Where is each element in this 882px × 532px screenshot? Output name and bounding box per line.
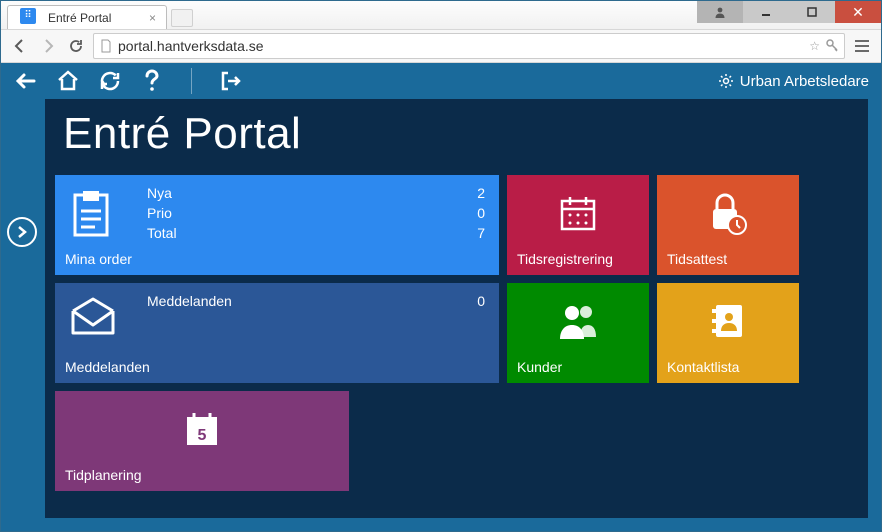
forward-button[interactable] (37, 35, 59, 57)
tile-title: Kunder (517, 359, 639, 375)
stat-value: 0 (477, 291, 485, 311)
close-window-button[interactable]: ✕ (835, 1, 881, 23)
stat-label: Total (147, 223, 177, 243)
browser-toolbar: ☆ (1, 29, 881, 63)
tile-tidsattest[interactable]: Tidsattest (657, 175, 799, 275)
lock-clock-icon (707, 191, 749, 235)
tile-title: Tidsregistrering (517, 251, 639, 267)
tab-strip: ⠿ Entré Portal × (1, 1, 193, 29)
order-stats: Nya 2 Prio 0 Total 7 (147, 183, 485, 243)
minimize-window-button[interactable] (743, 1, 789, 23)
close-tab-icon[interactable]: × (149, 11, 156, 25)
message-stats: Meddelanden 0 (147, 291, 485, 311)
window-controls: ✕ (697, 1, 881, 23)
key-icon[interactable] (826, 39, 838, 53)
bookmark-icon[interactable]: ☆ (809, 39, 820, 53)
topbar-divider (191, 68, 192, 94)
tile-title: Tidsattest (667, 251, 789, 267)
new-tab-button[interactable] (171, 9, 193, 27)
user-window-button[interactable] (697, 1, 743, 23)
stat-value: 2 (477, 183, 485, 203)
people-icon (556, 301, 600, 341)
chrome-titlebar: ⠿ Entré Portal × ✕ (1, 1, 881, 29)
nav-back-button[interactable] (13, 68, 39, 94)
back-button[interactable] (9, 35, 31, 57)
tile-title: Meddelanden (65, 359, 489, 375)
contacts-icon (708, 301, 748, 341)
tile-title: Tidplanering (65, 467, 339, 483)
expand-sidebar-button[interactable] (7, 217, 37, 247)
tile-messages[interactable]: Meddelanden 0 Meddelanden (55, 283, 499, 383)
stat-label: Prio (147, 203, 172, 223)
stat-label: Meddelanden (147, 291, 232, 311)
calendar-day-icon: 5 (182, 409, 222, 449)
stat-value: 0 (477, 203, 485, 223)
user-menu[interactable]: Urban Arbetsledare (718, 73, 869, 90)
reload-button[interactable] (65, 35, 87, 57)
envelope-icon (69, 297, 117, 337)
tile-kontakt[interactable]: Kontaktlista (657, 283, 799, 383)
tab-title: Entré Portal (48, 11, 111, 25)
address-bar[interactable]: ☆ (93, 33, 845, 59)
tile-grid: Nya 2 Prio 0 Total 7 Mina order Tidsregistr… (45, 175, 868, 491)
refresh-button[interactable] (97, 68, 123, 94)
app-page: Urban Arbetsledare Entré Portal Nya 2 Pri… (1, 63, 881, 531)
url-input[interactable] (118, 38, 803, 54)
app-topbar: Urban Arbetsledare (1, 63, 881, 99)
help-button[interactable] (139, 68, 165, 94)
stat-label: Nya (147, 183, 172, 203)
tile-title: Mina order (65, 251, 489, 267)
home-button[interactable] (55, 68, 81, 94)
gear-icon (718, 73, 734, 89)
tile-tidsreg[interactable]: Tidsregistrering (507, 175, 649, 275)
menu-button[interactable] (851, 40, 873, 52)
stat-value: 7 (477, 223, 485, 243)
content-area: Entré Portal Nya 2 Prio 0 Total 7 Mina orde… (45, 99, 868, 518)
tile-tidplan[interactable]: 5 Tidplanering (55, 391, 349, 491)
browser-tab[interactable]: ⠿ Entré Portal × (7, 5, 167, 29)
calendar-icon (558, 193, 598, 233)
browser-window: ⠿ Entré Portal × ✕ (0, 0, 882, 532)
tile-kunder[interactable]: Kunder (507, 283, 649, 383)
calendar-day-number: 5 (182, 427, 222, 445)
logout-button[interactable] (218, 68, 244, 94)
maximize-window-button[interactable] (789, 1, 835, 23)
clipboard-icon (69, 189, 113, 239)
user-name: Urban Arbetsledare (740, 73, 869, 90)
page-icon (100, 39, 112, 53)
favicon-icon: ⠿ (20, 8, 36, 24)
page-title: Entré Portal (45, 99, 868, 175)
tile-orders[interactable]: Nya 2 Prio 0 Total 7 Mina order (55, 175, 499, 275)
tile-title: Kontaktlista (667, 359, 789, 375)
